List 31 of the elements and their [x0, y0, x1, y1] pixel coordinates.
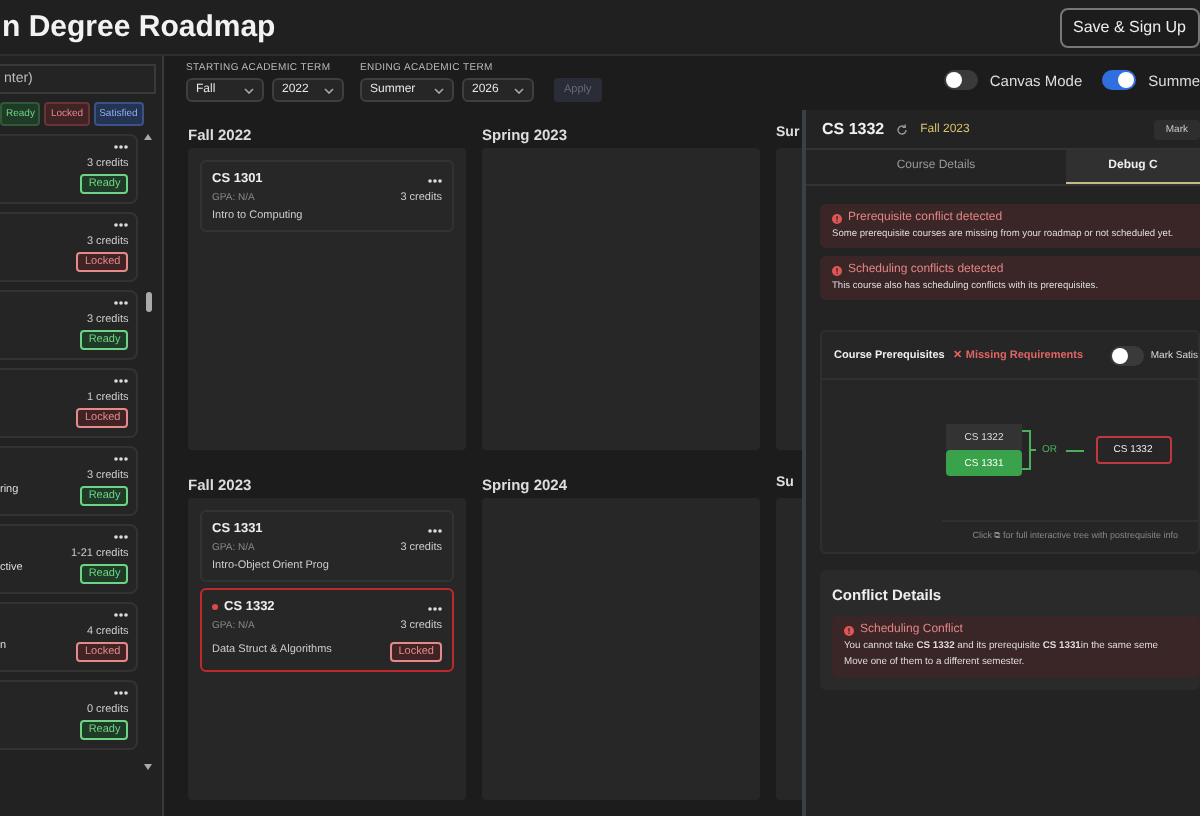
- scrollbar-thumb[interactable]: [145, 292, 152, 312]
- alert-icon: [844, 625, 854, 635]
- more-icon[interactable]: [428, 606, 442, 612]
- more-icon[interactable]: [114, 300, 129, 306]
- chevron-down-icon: [434, 87, 444, 93]
- more-icon[interactable]: [114, 144, 129, 150]
- alert-icon: [832, 265, 842, 275]
- more-icon[interactable]: [114, 534, 129, 540]
- more-icon[interactable]: [114, 456, 129, 462]
- more-icon[interactable]: [114, 378, 129, 384]
- app-title: n Degree Roadmap: [2, 10, 276, 44]
- toggle-switch[interactable]: [943, 70, 978, 90]
- scroll-up-icon[interactable]: [144, 134, 153, 140]
- more-icon[interactable]: [114, 612, 129, 618]
- save-button[interactable]: Save & Sign Up: [1059, 7, 1200, 47]
- chevron-down-icon: [514, 87, 524, 93]
- chevron-down-icon: [244, 87, 254, 93]
- more-icon[interactable]: [428, 178, 442, 184]
- more-icon[interactable]: [114, 222, 129, 228]
- scroll-down-icon[interactable]: [144, 764, 153, 770]
- bracket-connector: [1022, 430, 1036, 470]
- chevron-down-icon: [324, 87, 334, 93]
- refresh-icon[interactable]: [896, 123, 909, 135]
- toggle-switch[interactable]: [1110, 345, 1145, 365]
- connector-line: [1065, 449, 1083, 451]
- conflict-dot: [212, 604, 218, 610]
- course-title: CS 1332: [822, 120, 885, 138]
- more-icon[interactable]: [114, 690, 129, 696]
- more-icon[interactable]: [428, 528, 442, 534]
- toggle-switch[interactable]: [1102, 70, 1137, 90]
- alert-icon: [832, 213, 842, 223]
